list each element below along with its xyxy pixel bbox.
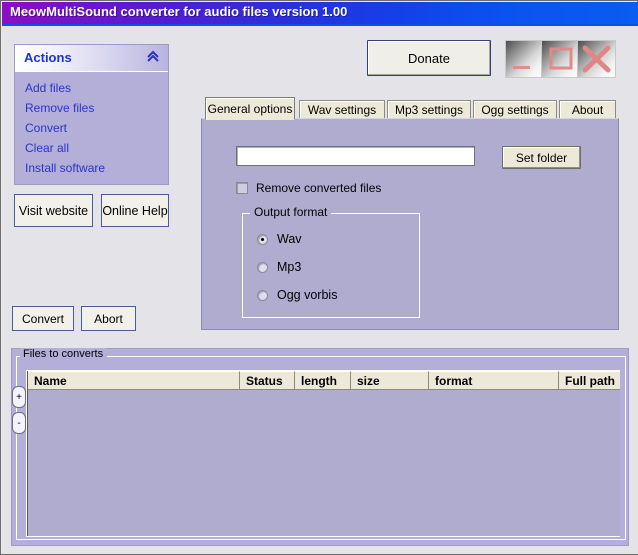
output-format-groupbox: Output format Wav Mp3 Ogg vorbis [242,205,420,318]
tab-wav-settings[interactable]: Wav settings [299,100,385,118]
action-add-files[interactable]: Add files [25,78,168,98]
window-title: MeowMultiSound converter for audio files… [10,4,348,19]
actions-panel-title: Actions [24,50,72,65]
radio-ogg-vorbis[interactable] [257,289,268,301]
files-grid: Name Status length size format Full path [26,370,620,537]
files-grid-header-row: Name Status length size format Full path [28,371,620,390]
radio-ogg-vorbis-label: Ogg vorbis [277,288,338,302]
maximize-button[interactable] [541,40,580,78]
files-grid-body[interactable] [28,390,620,536]
radio-wav-label: Wav [277,232,302,246]
remove-file-button[interactable]: - [12,412,26,434]
column-header-length[interactable]: length [295,371,351,390]
minimize-icon [513,66,530,69]
column-header-size[interactable]: size [351,371,429,390]
column-header-status[interactable]: Status [240,371,295,390]
set-folder-button[interactable]: Set folder [502,146,581,169]
remove-converted-files-row[interactable]: Remove converted files [236,181,381,195]
chevron-up-icon[interactable] [146,50,160,69]
application-window: MeowMultiSound converter for audio files… [0,0,638,555]
files-panel-legend: Files to converts [20,348,107,360]
column-header-format[interactable]: format [429,371,559,390]
maximize-icon [549,47,573,70]
donate-button[interactable]: Donate [367,40,491,76]
files-panel-frame-top-right [107,356,626,357]
convert-button[interactable]: Convert [12,306,74,331]
action-install-software[interactable]: Install software [25,158,168,178]
tab-mp3-settings[interactable]: Mp3 settings [387,100,471,118]
radio-mp3-label: Mp3 [277,260,302,274]
column-header-full-path[interactable]: Full path [559,371,620,390]
tab-panel-general-options: Set folder Remove converted files Output… [201,118,619,330]
actions-panel-header[interactable]: Actions [15,45,168,72]
output-format-legend: Output format [250,205,332,219]
action-convert[interactable]: Convert [25,118,168,138]
tab-general-options[interactable]: General options [205,97,295,120]
tab-ogg-settings[interactable]: Ogg settings [473,100,557,118]
close-button[interactable] [577,40,616,78]
action-remove-files[interactable]: Remove files [25,98,168,118]
actions-panel: Actions Add files Remove files Convert C… [14,44,169,185]
tab-about[interactable]: About [559,100,616,118]
radio-wav[interactable] [257,233,268,245]
visit-website-button[interactable]: Visit website [14,194,93,227]
output-format-option-ogg[interactable]: Ogg vorbis [257,288,337,302]
abort-button[interactable]: Abort [81,306,136,331]
output-format-option-mp3[interactable]: Mp3 [257,260,301,274]
column-header-name[interactable]: Name [28,371,240,390]
output-format-option-wav[interactable]: Wav [257,232,302,246]
actions-list: Add files Remove files Convert Clear all… [15,72,168,178]
tab-control: General options Wav settings Mp3 setting… [201,97,619,330]
radio-mp3[interactable] [257,261,268,273]
remove-converted-files-checkbox[interactable] [236,182,248,194]
action-clear-all[interactable]: Clear all [25,138,168,158]
remove-converted-files-label: Remove converted files [256,181,382,195]
title-bar: MeowMultiSound converter for audio files… [2,2,638,24]
add-file-button[interactable]: + [12,386,26,408]
output-folder-input[interactable] [236,146,475,166]
files-grid-inner: Name Status length size format Full path [27,371,620,536]
close-icon [582,45,611,73]
online-help-button[interactable]: Online Help [101,194,169,227]
minimize-button[interactable] [505,40,544,78]
